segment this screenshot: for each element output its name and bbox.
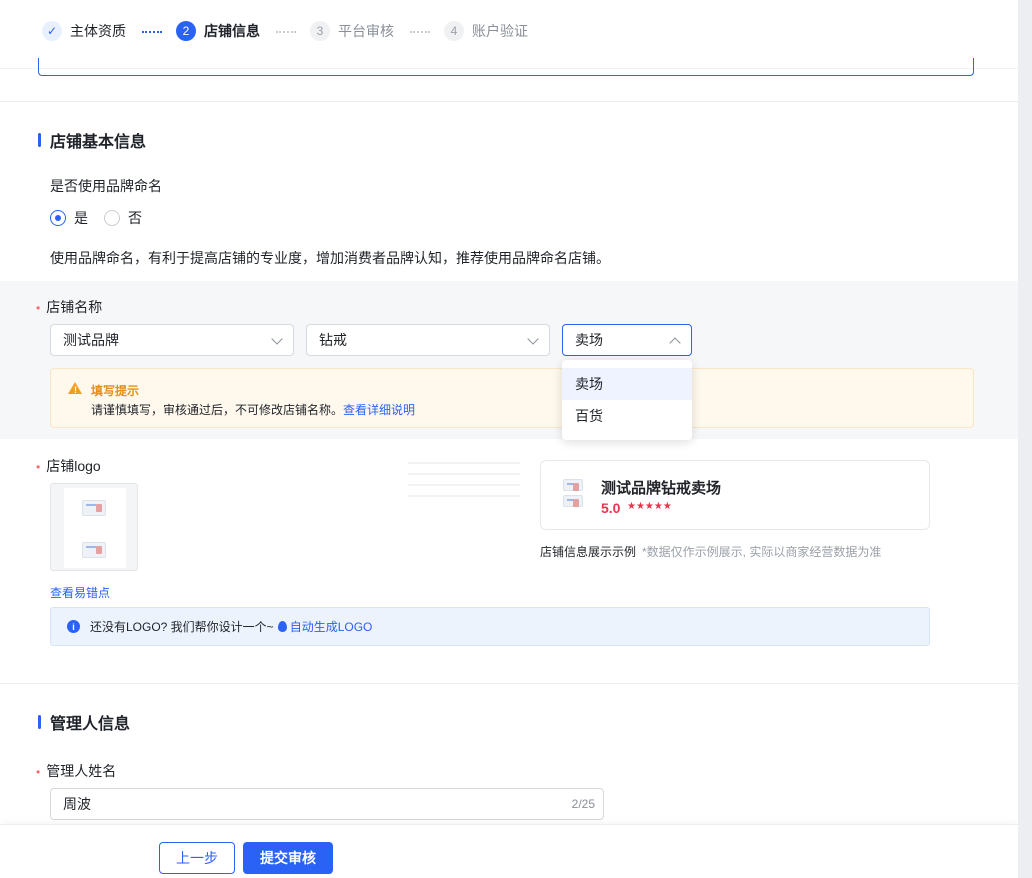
shop-name-label-text: 店铺名称 [46,299,103,315]
dropdown-option-maichang[interactable]: 卖场 [562,368,692,400]
store-type-select[interactable]: 卖场 [562,324,692,356]
shop-preview-card: 测试品牌钻戒卖场 5.0 ★★★★★ [540,460,930,530]
category-select[interactable]: 钻戒 [306,324,550,356]
step-2-number: 2 [176,21,196,41]
radio-unchecked-icon [104,210,120,226]
required-mark: • [36,765,41,779]
radio-checked-icon [50,210,66,226]
warning-body: 请谨慎填写，审核通过后，不可修改店铺名称。查看详细说明 [91,401,415,418]
radio-no[interactable]: 否 [104,208,142,228]
brand-naming-label: 是否使用品牌命名 [50,178,162,194]
shop-logo-label-text: 店铺logo [46,458,101,474]
logo-info-bar: i 还没有LOGO? 我们帮你设计一个~ 自动生成LOGO [50,607,930,646]
divider [0,101,1018,102]
stepper: ✓ 主体资质 2 店铺信息 3 平台审核 4 账户验证 [0,0,1018,62]
brand-select-value: 测试品牌 [63,332,119,348]
step-1: ✓ 主体资质 [42,21,126,41]
shop-thumbnail [561,477,587,509]
manager-name-label-text: 管理人姓名 [46,763,117,779]
id-card-front-icon [563,479,583,491]
step-4-number: 4 [444,21,464,41]
brand-select[interactable]: 测试品牌 [50,324,294,356]
auto-generate-logo-link[interactable]: 自动生成LOGO [290,618,373,635]
warning-notice: ! 填写提示 请谨慎填写，审核通过后，不可修改店铺名称。查看详细说明 [50,368,974,428]
required-mark: • [36,301,41,315]
radio-yes-label: 是 [74,210,88,226]
warning-title: 填写提示 [91,384,140,398]
previous-input-edge[interactable] [38,58,974,76]
chevron-down-icon [527,333,539,345]
faded-placeholder [408,462,520,512]
logo-upload-preview[interactable] [50,483,138,571]
check-icon: ✓ [42,21,62,41]
step-connector [276,31,296,33]
store-type-dropdown: 卖场 百货 [562,360,692,440]
info-icon: i [67,620,80,633]
brand-naming-hint: 使用品牌命名，有利于提高店铺的专业度，增加消费者品牌认知，推荐使用品牌命名店铺。 [50,250,610,266]
common-errors-link[interactable]: 查看易错点 [50,584,110,601]
shop-logo-label: • 店铺logo [36,456,101,476]
preview-caption: 店铺信息展示示例 *数据仅作示例展示, 实际以商家经营数据为准 [540,543,881,560]
chevron-up-icon [669,337,681,349]
star-rating-icon: ★★★★★ [627,501,672,512]
manager-name-label: • 管理人姓名 [36,761,116,781]
logo-info-text: 还没有LOGO? 我们帮你设计一个~ [90,620,274,634]
required-mark: • [36,460,41,474]
manager-name-input[interactable]: 周波 2/25 [50,788,604,820]
section-title-text: 店铺基本信息 [50,134,147,151]
step-3: 3 平台审核 [310,21,394,41]
view-details-link[interactable]: 查看详细说明 [343,403,415,417]
id-card-back-icon [82,542,106,558]
step-2-label: 店铺信息 [204,23,260,39]
scrollbar-track[interactable] [1018,0,1032,878]
section-accent-bar [38,133,41,147]
logo-sample-image [64,488,126,568]
chevron-down-icon [271,333,283,345]
id-card-back-icon [563,495,583,507]
step-4: 4 账户验证 [444,21,528,41]
drop-icon [277,621,287,632]
submit-review-button[interactable]: 提交审核 [243,842,333,874]
store-type-select-value: 卖场 [575,332,603,348]
dropdown-option-baihuo[interactable]: 百货 [562,400,692,432]
footer-bar: 上一步 提交审核 [0,824,1018,878]
step-4-label: 账户验证 [472,23,528,39]
preview-caption-text: 店铺信息展示示例 [540,545,637,559]
section-title-manager: 管理人信息 [38,710,130,734]
previous-step-button[interactable]: 上一步 [159,842,235,874]
warning-icon: ! [68,382,82,395]
preview-shop-name: 测试品牌钻戒卖场 [601,480,722,497]
radio-no-label: 否 [128,210,142,226]
preview-caption-note: *数据仅作示例展示, 实际以商家经营数据为准 [642,545,882,559]
page: ✓ 主体资质 2 店铺信息 3 平台审核 4 账户验证 店铺基本信息 是否使用品… [0,0,1018,878]
section-accent-bar [38,715,41,729]
shop-name-label: • 店铺名称 [36,297,102,317]
step-3-label: 平台审核 [338,23,394,39]
category-select-value: 钻戒 [319,332,347,348]
manager-name-value: 周波 [63,796,91,812]
step-1-label: 主体资质 [70,23,126,39]
id-card-front-icon [82,500,106,516]
step-3-number: 3 [310,21,330,41]
section-title-basic: 店铺基本信息 [38,128,146,152]
section-title-text: 管理人信息 [50,716,131,733]
step-connector [142,31,162,33]
radio-yes[interactable]: 是 [50,208,88,228]
divider [0,683,1018,684]
warning-body-text: 请谨慎填写，审核通过后，不可修改店铺名称。 [91,403,344,417]
character-count: 2/25 [571,797,595,811]
step-connector [410,31,430,33]
preview-score: 5.0 [601,500,621,516]
step-2: 2 店铺信息 [176,21,260,41]
